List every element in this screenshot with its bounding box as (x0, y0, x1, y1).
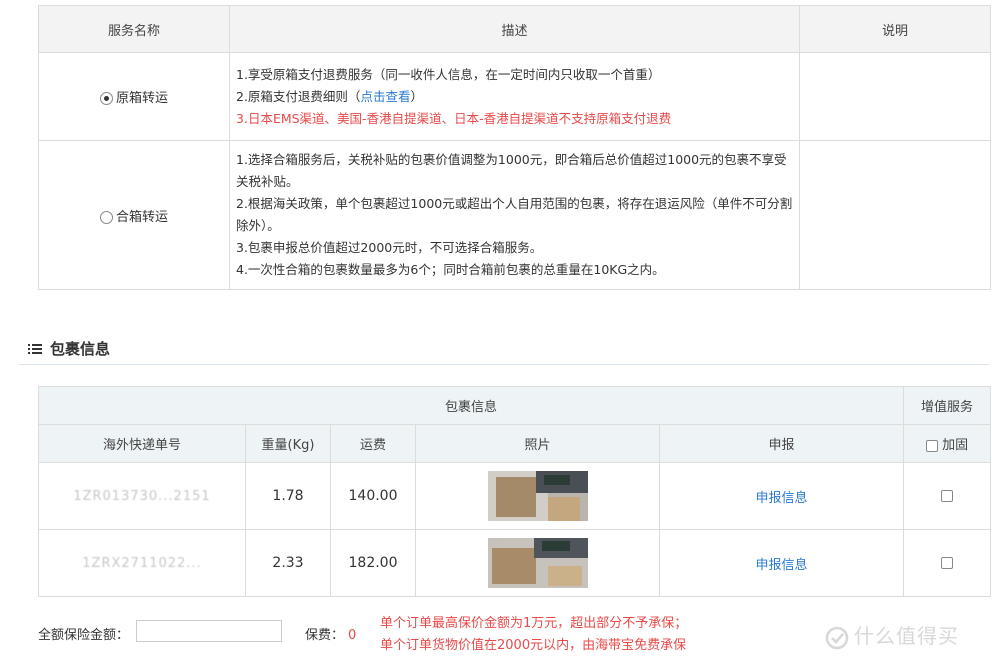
watermark: 什么值得买 (824, 620, 959, 650)
package-section-title: 包裹信息 (28, 338, 110, 359)
value-added-header: 增值服务 (903, 386, 992, 425)
reinforce-checkbox[interactable] (941, 557, 954, 569)
table-row: 1ZRX2711022... 2.33 182.00 申报信息 (38, 529, 992, 597)
tracking-number: 1ZRX2711022... (38, 529, 246, 597)
service-name-label: 原箱转运 (115, 91, 168, 106)
desc-line: 3.包裹申报总价值超过2000元时，不可选择合箱服务。 (236, 240, 543, 255)
description-combined: 1.选择合箱服务后，关税补贴的包裹价值调整为1000元，即合箱后总价值超过100… (229, 140, 800, 290)
declare-cell: 申报信息 (658, 529, 905, 597)
reinforce-cell (903, 529, 992, 597)
watermark-text: 什么值得买 (854, 624, 959, 648)
service-row-combined: 合箱转运 1.选择合箱服务后，关税补贴的包裹价值调整为1000元，即合箱后总价值… (38, 140, 991, 290)
fee-value: 140.00 (330, 462, 416, 530)
col-photo: 照片 (415, 424, 660, 463)
warning-text: 日本EMS渠道、美国-香港自提渠道、日本-香港自提渠道不支持原箱支付退费 (247, 110, 672, 126)
note-original (799, 52, 991, 141)
col-fee: 运费 (330, 424, 416, 463)
service-table: 服务名称 描述 说明 原箱转运 1.享受原箱支付退费服务（同一收件人信息，在一定… (38, 5, 991, 290)
service-option-original[interactable]: 原箱转运 (38, 52, 230, 141)
premium-label: 保费： 0 (305, 628, 357, 643)
reinforce-label: 加固 (942, 438, 969, 453)
weight-value: 1.78 (245, 462, 331, 530)
header-note: 说明 (799, 5, 991, 53)
declare-cell: 申报信息 (658, 462, 905, 530)
package-photo[interactable] (487, 471, 588, 521)
section-title-text: 包裹信息 (50, 340, 111, 358)
header-service-name: 服务名称 (38, 5, 230, 53)
reinforce-checkbox[interactable] (941, 490, 954, 502)
radio-combined[interactable] (99, 210, 113, 224)
col-declare: 申报 (658, 424, 905, 463)
insurance-notes: 单个订单最高保价金额为1万元，超出部分不予承保； 单个订单货物价值在2000元以… (380, 613, 687, 657)
reinforce-all-checkbox[interactable] (925, 439, 938, 452)
service-name-label: 合箱转运 (115, 209, 168, 225)
note-combined (799, 140, 991, 290)
desc-line: 2.原箱支付退费细则（点击查看） (236, 88, 423, 104)
desc-line: 4.一次性合箱的包裹数量最多为6个；同时合箱前包裹的总重量在10KG之内。 (236, 262, 665, 277)
declare-info-link[interactable]: 申报信息 (756, 491, 808, 506)
watermark-logo-icon (824, 626, 850, 650)
package-table: 包裹信息 增值服务 海外快递单号 重量(Kg) 运费 照片 申报 加固 1ZR0… (37, 386, 992, 597)
col-weight: 重量(Kg) (245, 424, 331, 463)
reinforce-cell (903, 462, 992, 530)
fee-value: 182.00 (330, 529, 416, 597)
insurance-note: 单个订单货物价值在2000元以内，由海带宝免费承保 (380, 638, 687, 653)
photo-cell (415, 529, 660, 597)
header-description: 描述 (229, 5, 800, 53)
weight-value: 2.33 (245, 529, 331, 597)
list-icon (28, 341, 42, 359)
package-group-header: 包裹信息 (37, 386, 905, 425)
package-photo[interactable] (487, 538, 588, 588)
desc-line: 3.日本EMS渠道、美国-香港自提渠道、日本-香港自提渠道不支持原箱支付退费 (236, 110, 672, 126)
service-option-combined[interactable]: 合箱转运 (38, 140, 230, 290)
insurance-amount-input[interactable] (136, 620, 282, 642)
premium-value: 0 (348, 628, 357, 643)
photo-cell (415, 462, 660, 530)
table-row: 1ZR013730...2151 1.78 140.00 申报信息 (38, 462, 992, 530)
desc-line: 2.根据海关政策，单个包裹超过1000元或超出个人自用范围的包裹，将存在退运风险… (236, 196, 793, 233)
section-divider (18, 364, 990, 365)
radio-original[interactable] (99, 92, 113, 105)
tracking-number: 1ZR013730...2151 (38, 462, 246, 530)
declare-info-link[interactable]: 申报信息 (756, 558, 808, 573)
desc-line: 1.选择合箱服务后，关税补贴的包裹价值调整为1000元，即合箱后总价值超过100… (236, 152, 787, 189)
service-row-original: 原箱转运 1.享受原箱支付退费服务（同一收件人信息，在一定时间内只收取一个首重）… (38, 52, 991, 141)
insurance-label: 全额保险金额： (38, 628, 130, 643)
col-reinforce: 加固 (903, 424, 992, 463)
col-tracking: 海外快递单号 (38, 424, 246, 463)
desc-line: 1.享受原箱支付退费服务（同一收件人信息，在一定时间内只收取一个首重） (236, 66, 661, 82)
insurance-note: 单个订单最高保价金额为1万元，超出部分不予承保； (380, 616, 688, 631)
description-original: 1.享受原箱支付退费服务（同一收件人信息，在一定时间内只收取一个首重） 2.原箱… (229, 52, 800, 141)
view-details-link[interactable]: 点击查看 (360, 89, 410, 104)
